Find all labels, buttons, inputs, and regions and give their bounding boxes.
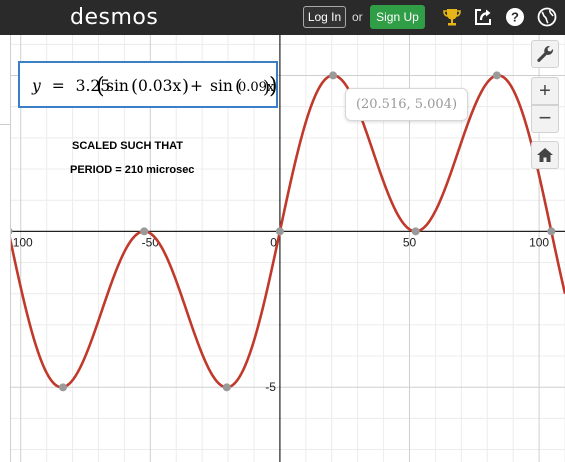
point-of-interest[interactable] xyxy=(275,227,284,236)
expr-coefficient: 3.25 xyxy=(76,77,111,95)
graph-settings-button[interactable] xyxy=(531,40,559,68)
svg-text:): ) xyxy=(269,74,276,99)
expr-arg1: 0.03x xyxy=(138,77,182,95)
expr-equals: = xyxy=(52,77,65,95)
note-scaled: SCALED SUCH THAT xyxy=(72,140,184,152)
wrench-icon xyxy=(537,45,554,62)
desmos-logo[interactable]: desmos xyxy=(70,3,158,33)
svg-text:?: ? xyxy=(511,10,519,25)
point-of-interest[interactable] xyxy=(329,71,338,80)
point-of-interest[interactable] xyxy=(222,383,231,392)
svg-text:sin: sin xyxy=(106,77,129,95)
zoom-out-button[interactable]: − xyxy=(531,105,559,133)
svg-text:+: + xyxy=(190,77,203,95)
y-tick-label: -5 xyxy=(265,380,276,394)
x-tick-label: 100 xyxy=(529,235,549,249)
expression-input[interactable]: y = 3.25 ( sin ( 0.03x ) + sin ( 0.09x )… xyxy=(18,61,278,108)
expr-plus: + xyxy=(190,77,203,95)
globe-icon[interactable] xyxy=(536,6,558,28)
share-icon[interactable] xyxy=(472,6,494,28)
svg-text:): ) xyxy=(182,76,189,97)
home-icon xyxy=(537,148,553,162)
note-period: PERIOD = 210 microsec xyxy=(70,164,195,176)
svg-text:sin: sin xyxy=(210,77,233,95)
point-of-interest[interactable] xyxy=(58,383,67,392)
x-tick-label: -50 xyxy=(142,235,160,249)
expr-lhs: y xyxy=(31,77,41,95)
svg-text:(: ( xyxy=(131,76,138,97)
svg-text:0.03x: 0.03x xyxy=(138,77,182,95)
svg-text:(: ( xyxy=(96,74,105,99)
zoom-in-button[interactable]: + xyxy=(531,77,559,105)
expr-func1: sin xyxy=(106,77,129,95)
default-viewport-button[interactable] xyxy=(531,141,559,169)
or-text: or xyxy=(352,10,363,24)
trophy-icon[interactable] xyxy=(441,6,463,28)
point-of-interest[interactable] xyxy=(547,227,556,236)
expression-panel-divider xyxy=(0,35,10,125)
point-of-interest[interactable] xyxy=(492,71,501,80)
point-coordinate-label: (20.516, 5.004) xyxy=(345,88,468,121)
expr-func2: sin xyxy=(210,77,233,95)
help-icon[interactable]: ? xyxy=(504,6,526,28)
point-of-interest[interactable] xyxy=(411,227,420,236)
point-of-interest[interactable] xyxy=(140,227,149,236)
top-bar: desmos Log In or Sign Up ? xyxy=(0,0,565,35)
login-button[interactable]: Log In xyxy=(303,6,346,28)
signup-button[interactable]: Sign Up xyxy=(370,5,425,29)
x-tick-label: 50 xyxy=(403,235,417,249)
